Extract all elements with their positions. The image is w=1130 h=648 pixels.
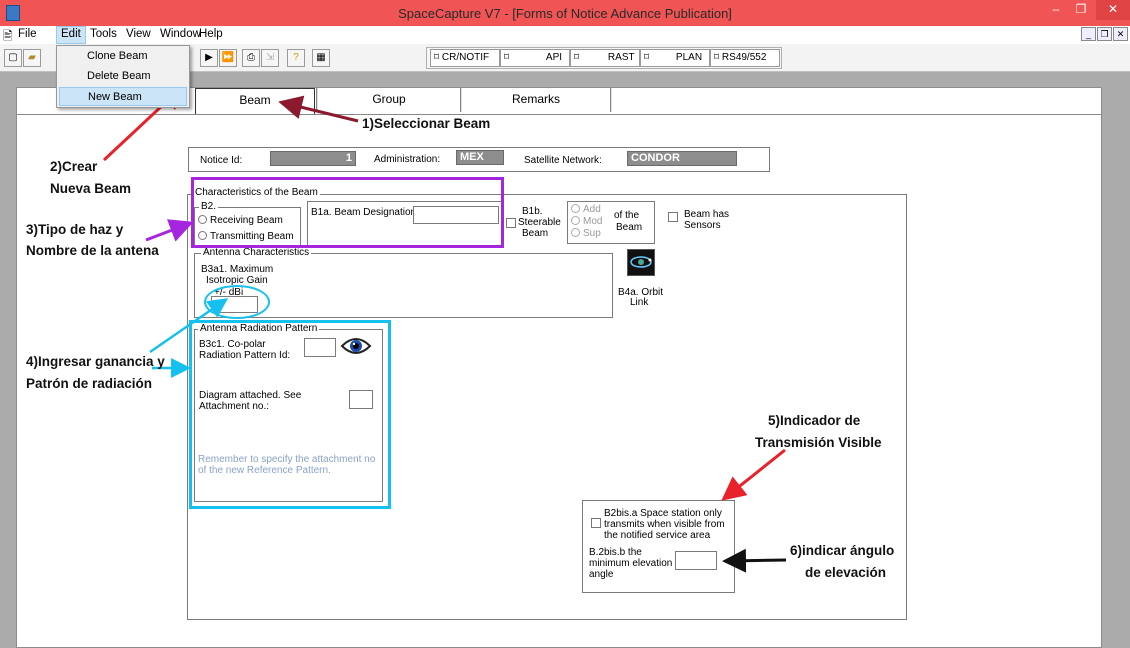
annotation-5-line2: Transmisión Visible — [755, 435, 882, 450]
arrow-gain — [149, 298, 229, 354]
arrow-select-beam — [278, 95, 359, 123]
annotation-3-line1: 3)Tipo de haz y — [26, 222, 124, 237]
annotation-1: 1)Seleccionar Beam — [362, 116, 491, 131]
annotation-4-line1: 4)Ingresar ganancia y — [26, 354, 165, 369]
edit-menu-dropdown: Clone Beam Delete Beam New Beam — [56, 45, 190, 108]
annotation-5-line1: 5)Indicador de — [768, 413, 861, 428]
annotation-4-line2: Patrón de radiación — [26, 376, 153, 391]
annotation-6-line2: de elevación — [805, 565, 887, 580]
menu-clone-beam[interactable]: Clone Beam — [59, 47, 187, 66]
annotation-2-line2: Nueva Beam — [50, 181, 132, 196]
menu-new-beam[interactable]: New Beam — [59, 87, 187, 106]
arrow-visibility — [721, 448, 786, 501]
annotation-3-line2: Nombre de la antena — [26, 243, 159, 258]
arrow-beam-type — [145, 219, 194, 242]
annotation-2-line1: 2)Crear — [50, 159, 98, 174]
annotation-6-line1: 6)indicar ángulo — [790, 543, 895, 558]
arrow-elevation — [722, 548, 787, 573]
menu-delete-beam[interactable]: Delete Beam — [59, 67, 187, 86]
